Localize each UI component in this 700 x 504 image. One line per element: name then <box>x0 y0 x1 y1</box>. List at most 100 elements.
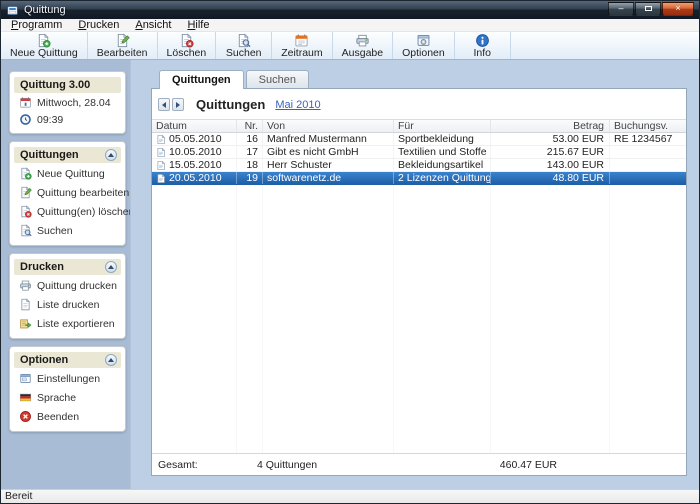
cell-betrag: 215.67 EUR <box>491 146 610 158</box>
clock-icon <box>19 113 32 126</box>
toolbar-bearbeiten-button[interactable]: Bearbeiten <box>88 32 158 59</box>
menu-item-hilfe[interactable]: Hilfe <box>179 19 217 32</box>
toolbar-loeschen-button[interactable]: Löschen <box>158 32 217 59</box>
quittungen-panel: Quittungen Neue Quittung Quittung bearbe… <box>9 141 126 246</box>
menu-bar: Programm Drucken Ansicht Hilfe <box>1 19 699 32</box>
toolbar-suchen-button[interactable]: Suchen <box>216 32 272 59</box>
cell-betrag: 48.80 EUR <box>491 172 610 184</box>
column-header-nr[interactable]: Nr. <box>237 120 263 132</box>
next-month-button[interactable] <box>172 98 184 111</box>
sidebar-item-label: Quittung(en) löschen <box>37 206 131 218</box>
receipt-document-icon <box>156 160 166 171</box>
tab-quittungen[interactable]: Quittungen <box>159 70 244 89</box>
sidebar-item-beenden[interactable]: Beenden <box>14 408 121 425</box>
document-delete-icon <box>179 33 194 48</box>
cell-nr: 17 <box>237 146 263 158</box>
sidebar-item-quittung-drucken[interactable]: Quittung drucken <box>14 277 121 294</box>
app-version-title: Quittung 3.00 <box>20 79 90 91</box>
toolbar-label: Löschen <box>167 48 207 59</box>
sidebar-item-quittung-bearbeiten[interactable]: Quittung bearbeiten <box>14 184 121 201</box>
current-time: 09:39 <box>37 114 63 126</box>
period-link[interactable]: Mai 2010 <box>275 99 320 111</box>
table-row[interactable]: 15.05.2010 18 Herr Schuster Bekleidungsa… <box>152 159 686 172</box>
window-controls: – × <box>608 1 694 19</box>
sidebar-item-label: Einstellungen <box>37 373 100 385</box>
tab-suchen[interactable]: Suchen <box>246 70 309 88</box>
previous-month-button[interactable] <box>158 98 170 111</box>
toolbar-label: Ausgabe <box>342 48 383 59</box>
printer-icon <box>355 33 370 48</box>
page-title: Quittungen <box>196 97 265 112</box>
settings-window-icon <box>19 372 32 385</box>
column-header-betrag[interactable]: Betrag <box>491 120 610 132</box>
toolbar-zeitraum-button[interactable]: Zeitraum <box>272 32 332 59</box>
panel-title: Quittungen <box>20 149 79 161</box>
column-header-fuer[interactable]: Für <box>394 120 491 132</box>
current-date: Mittwoch, 28.04 <box>37 97 111 109</box>
sidebar: Quittung 3.00 Mittwoch, 28.04 09:39 Quit… <box>1 60 131 489</box>
total-label: Gesamt: <box>152 459 257 471</box>
sidebar-item-quittungen-loeschen[interactable]: Quittung(en) löschen <box>14 203 121 220</box>
drucken-panel: Drucken Quittung drucken Liste drucken L… <box>9 253 126 339</box>
collapse-button[interactable] <box>105 261 117 273</box>
toolbar-optionen-button[interactable]: Optionen <box>393 32 455 59</box>
toolbar-neue-quittung-button[interactable]: Neue Quittung <box>1 32 88 59</box>
close-button[interactable]: × <box>662 2 694 16</box>
calendar-icon <box>294 33 309 48</box>
toolbar-ausgabe-button[interactable]: Ausgabe <box>333 32 393 59</box>
sidebar-item-liste-drucken[interactable]: Liste drucken <box>14 296 121 313</box>
chevron-up-icon <box>108 153 114 157</box>
cell-datum: 15.05.2010 <box>169 159 222 171</box>
menu-item-drucken[interactable]: Drucken <box>70 19 127 32</box>
sidebar-item-sprache[interactable]: Sprache <box>14 389 121 406</box>
cell-betrag: 143.00 EUR <box>491 159 610 171</box>
menu-item-ansicht[interactable]: Ansicht <box>127 19 179 32</box>
collapse-button[interactable] <box>105 354 117 366</box>
toolbar-info-button[interactable]: Info <box>455 32 511 59</box>
cell-datum: 10.05.2010 <box>169 146 222 158</box>
cell-fuer: Sportbekleidung <box>394 133 491 145</box>
app-window: Quittung – × Programm Drucken Ansicht Hi… <box>0 0 700 504</box>
table-row[interactable]: 10.05.2010 17 Gibt es nicht GmbH Textili… <box>152 146 686 159</box>
optionen-panel-header: Optionen <box>14 352 121 368</box>
chevron-up-icon <box>108 265 114 269</box>
document-delete-icon <box>19 205 32 218</box>
toolbar-label: Info <box>473 48 491 59</box>
toolbar-label: Zeitraum <box>281 48 322 59</box>
maximize-button[interactable] <box>635 2 661 16</box>
receipt-document-icon <box>156 147 166 158</box>
cell-nr: 16 <box>237 133 263 145</box>
cell-von: Herr Schuster <box>263 159 394 171</box>
sidebar-item-label: Liste exportieren <box>37 318 115 330</box>
receipt-document-icon <box>156 134 166 145</box>
table-row[interactable]: 05.05.2010 16 Manfred Mustermann Sportbe… <box>152 133 686 146</box>
collapse-button[interactable] <box>105 149 117 161</box>
column-header-datum[interactable]: Datum <box>152 120 237 132</box>
document-search-icon <box>19 224 32 237</box>
table-row-selected[interactable]: 20.05.2010 19 softwarenetz.de 2 Lizenzen… <box>152 172 686 185</box>
column-header-von[interactable]: Von <box>263 120 394 132</box>
receipt-count: 4 Quittungen <box>257 459 487 471</box>
sidebar-item-label: Neue Quittung <box>37 168 105 180</box>
app-icon <box>6 4 19 17</box>
calendar-icon <box>19 96 32 109</box>
sidebar-item-einstellungen[interactable]: Einstellungen <box>14 370 121 387</box>
toolbar-label: Neue Quittung <box>10 48 78 59</box>
sidebar-item-liste-exportieren[interactable]: Liste exportieren <box>14 315 121 332</box>
optionen-panel: Optionen Einstellungen Sprache Beenden <box>9 346 126 432</box>
sidebar-item-label: Sprache <box>37 392 76 404</box>
options-window-icon <box>416 33 431 48</box>
menu-item-programm[interactable]: Programm <box>3 19 70 32</box>
window-title: Quittung <box>24 4 66 16</box>
status-text: Bereit <box>5 490 32 503</box>
column-header-buchungsv[interactable]: Buchungsv. <box>610 120 686 132</box>
sidebar-item-neue-quittung[interactable]: Neue Quittung <box>14 165 121 182</box>
cell-datum: 05.05.2010 <box>169 133 222 145</box>
document-edit-icon <box>115 33 130 48</box>
app-info-panel-header: Quittung 3.00 <box>14 77 121 93</box>
minimize-button[interactable]: – <box>608 2 634 16</box>
info-icon <box>475 33 490 48</box>
sidebar-item-suchen[interactable]: Suchen <box>14 222 121 239</box>
table-footer: Gesamt: 4 Quittungen 460.47 EUR <box>152 453 686 475</box>
tab-bar: Quittungen Suchen <box>159 70 687 88</box>
